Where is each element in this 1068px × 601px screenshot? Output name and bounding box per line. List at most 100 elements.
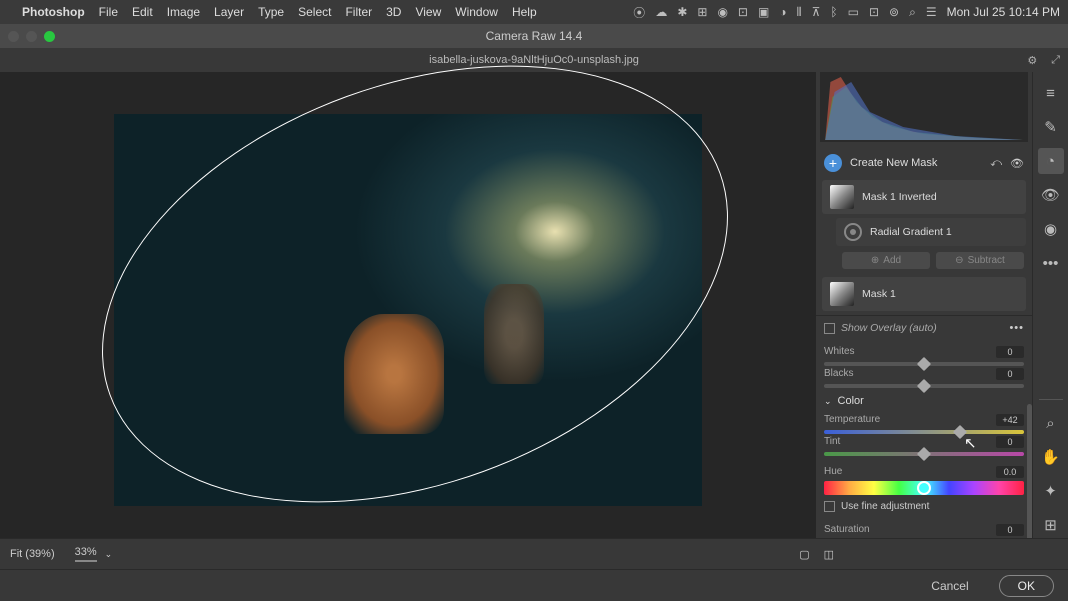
tint-track[interactable] bbox=[824, 452, 1024, 456]
show-overlay-checkbox[interactable] bbox=[824, 323, 835, 334]
adjustment-sliders: Whites 0 Blacks 0 ⌄ Color Temperature bbox=[816, 340, 1032, 538]
masking-tool-icon[interactable]: ◔ bbox=[1038, 148, 1064, 174]
status-icon-10[interactable]: ⊡ bbox=[869, 5, 879, 19]
status-icon-6[interactable]: ◑ bbox=[779, 5, 786, 19]
traffic-lights bbox=[8, 31, 55, 42]
add-mask-button[interactable]: ⊕Add bbox=[842, 252, 930, 269]
chevron-down-icon: ⌄ bbox=[824, 396, 832, 407]
settings-gear-icon[interactable]: ⚙ bbox=[1027, 54, 1037, 67]
status-icon-2[interactable]: ⊞ bbox=[697, 5, 707, 19]
overlay-more-icon[interactable]: ••• bbox=[1009, 322, 1024, 334]
whites-track[interactable] bbox=[824, 362, 1024, 366]
saturation-slider: Saturation 0 bbox=[824, 524, 1024, 536]
mask-label: Mask 1 Inverted bbox=[862, 191, 937, 203]
zoom-chevron-icon[interactable]: ⌄ bbox=[105, 549, 113, 560]
hue-thumb[interactable] bbox=[917, 481, 931, 495]
help-menu[interactable]: Help bbox=[512, 5, 537, 19]
radial-label: Radial Gradient 1 bbox=[870, 226, 952, 238]
window-menu[interactable]: Window bbox=[455, 5, 498, 19]
crop-tool-icon[interactable]: ✎ bbox=[1038, 114, 1064, 140]
create-mask-button[interactable]: + bbox=[824, 154, 842, 172]
compare-icon[interactable]: ◫ bbox=[824, 548, 834, 561]
tint-slider: Tint 0 bbox=[824, 436, 1024, 456]
hue-track[interactable] bbox=[824, 481, 1024, 495]
window-title: Camera Raw 14.4 bbox=[486, 29, 583, 43]
control-center-icon[interactable]: ☰ bbox=[926, 5, 937, 19]
wifi-icon[interactable]: ⊚ bbox=[889, 5, 899, 19]
image-menu[interactable]: Image bbox=[167, 5, 200, 19]
select-menu[interactable]: Select bbox=[298, 5, 331, 19]
color-sampler-icon[interactable]: ✦ bbox=[1038, 478, 1064, 504]
cc-icon[interactable]: ☁ bbox=[655, 5, 667, 19]
temperature-value[interactable]: +42 bbox=[996, 414, 1024, 426]
minimize-window-button[interactable] bbox=[26, 31, 37, 42]
redeye-tool-icon[interactable]: ◉ bbox=[1038, 216, 1064, 242]
ok-button[interactable]: OK bbox=[999, 575, 1054, 597]
saturation-value[interactable]: 0 bbox=[996, 524, 1024, 536]
subtract-icon: ⊖ bbox=[955, 255, 963, 266]
color-section-label: Color bbox=[838, 395, 864, 407]
blacks-track[interactable] bbox=[824, 384, 1024, 388]
record-icon[interactable]: ⦿ bbox=[633, 4, 645, 21]
temperature-label: Temperature bbox=[824, 414, 880, 426]
battery-icon[interactable]: ▭ bbox=[848, 5, 859, 19]
mask-item-inverted[interactable]: Mask 1 Inverted bbox=[822, 180, 1026, 214]
tint-value[interactable]: 0 bbox=[996, 436, 1024, 448]
file-menu[interactable]: File bbox=[99, 5, 118, 19]
fine-adjustment-checkbox[interactable] bbox=[824, 501, 835, 512]
close-window-button[interactable] bbox=[8, 31, 19, 42]
canvas-area[interactable] bbox=[0, 72, 816, 538]
status-icon-1[interactable]: ✱ bbox=[677, 5, 687, 19]
filter-menu[interactable]: Filter bbox=[345, 5, 372, 19]
whites-label: Whites bbox=[824, 346, 855, 358]
search-icon[interactable]: ⌕ bbox=[909, 5, 916, 20]
hand-tool-icon[interactable]: ✋ bbox=[1038, 444, 1064, 470]
subtract-mask-button[interactable]: ⊖Subtract bbox=[936, 252, 1024, 269]
overlay-label: Show Overlay (auto) bbox=[841, 322, 1003, 334]
status-icon-4[interactable]: ⊡ bbox=[738, 5, 748, 19]
layer-menu[interactable]: Layer bbox=[214, 5, 244, 19]
status-icon-7[interactable]: ⫴ bbox=[797, 5, 802, 20]
create-mask-row: + Create New Mask ⤺ 👁 bbox=[816, 148, 1032, 178]
macos-menubar: Photoshop File Edit Image Layer Type Sel… bbox=[0, 0, 1068, 24]
status-icon-3[interactable]: ◉ bbox=[717, 5, 727, 19]
whites-value[interactable]: 0 bbox=[996, 346, 1024, 358]
3d-menu[interactable]: 3D bbox=[386, 5, 401, 19]
temperature-track[interactable] bbox=[824, 430, 1024, 434]
before-after-icon[interactable]: ▢ bbox=[799, 548, 809, 561]
color-section-header[interactable]: ⌄ Color bbox=[824, 390, 1024, 412]
bottom-bar: Fit (39%) 33% ⌄ ▢ ◫ bbox=[0, 538, 1068, 569]
hue-value[interactable]: 0.0 bbox=[996, 466, 1024, 478]
histogram[interactable] bbox=[820, 72, 1028, 142]
status-icon-5[interactable]: ▣ bbox=[758, 5, 769, 19]
eye-tool-icon[interactable]: 👁 bbox=[1038, 182, 1064, 208]
panel-scrollbar[interactable] bbox=[1027, 404, 1032, 538]
type-menu[interactable]: Type bbox=[258, 5, 284, 19]
app-menu[interactable]: Photoshop bbox=[22, 5, 85, 19]
grid-tool-icon[interactable]: ⊞ bbox=[1038, 512, 1064, 538]
menubar-status: ⦿ ☁ ✱ ⊞ ◉ ⊡ ▣ ◑ ⫴ ⊼ ᛒ ▭ ⊡ ⊚ ⌕ ☰ Mon Jul … bbox=[633, 4, 1060, 21]
fine-adjustment-label: Use fine adjustment bbox=[841, 501, 929, 512]
window-titlebar: Camera Raw 14.4 bbox=[0, 24, 1068, 48]
edit-tool-icon[interactable]: ≡ bbox=[1038, 80, 1064, 106]
view-menu[interactable]: View bbox=[415, 5, 441, 19]
edit-menu[interactable]: Edit bbox=[132, 5, 153, 19]
zoom-tool-icon[interactable]: ⌕ bbox=[1038, 410, 1064, 436]
fit-label[interactable]: Fit (39%) bbox=[10, 548, 55, 560]
more-tools-icon[interactable]: ••• bbox=[1038, 250, 1064, 276]
bluetooth-icon[interactable]: ᛒ bbox=[830, 5, 837, 19]
tint-label: Tint bbox=[824, 436, 840, 448]
fullscreen-icon[interactable]: ⤢ bbox=[1051, 54, 1060, 67]
radial-gradient-item[interactable]: Radial Gradient 1 bbox=[836, 218, 1026, 246]
image-content bbox=[344, 314, 444, 434]
undo-icon[interactable]: ⤺ bbox=[990, 157, 1002, 170]
visibility-icon[interactable]: 👁 bbox=[1010, 157, 1024, 170]
status-icon-8[interactable]: ⊼ bbox=[812, 5, 821, 19]
zoom-value[interactable]: 33% bbox=[75, 546, 97, 562]
mask-item-1[interactable]: Mask 1 bbox=[822, 277, 1026, 311]
datetime[interactable]: Mon Jul 25 10:14 PM bbox=[947, 5, 1060, 19]
cancel-button[interactable]: Cancel bbox=[913, 576, 986, 596]
maximize-window-button[interactable] bbox=[44, 31, 55, 42]
blacks-value[interactable]: 0 bbox=[996, 368, 1024, 380]
right-toolbar: ≡ ✎ ◔ 👁 ◉ ••• ⌕ ✋ ✦ ⊞ bbox=[1032, 72, 1068, 538]
